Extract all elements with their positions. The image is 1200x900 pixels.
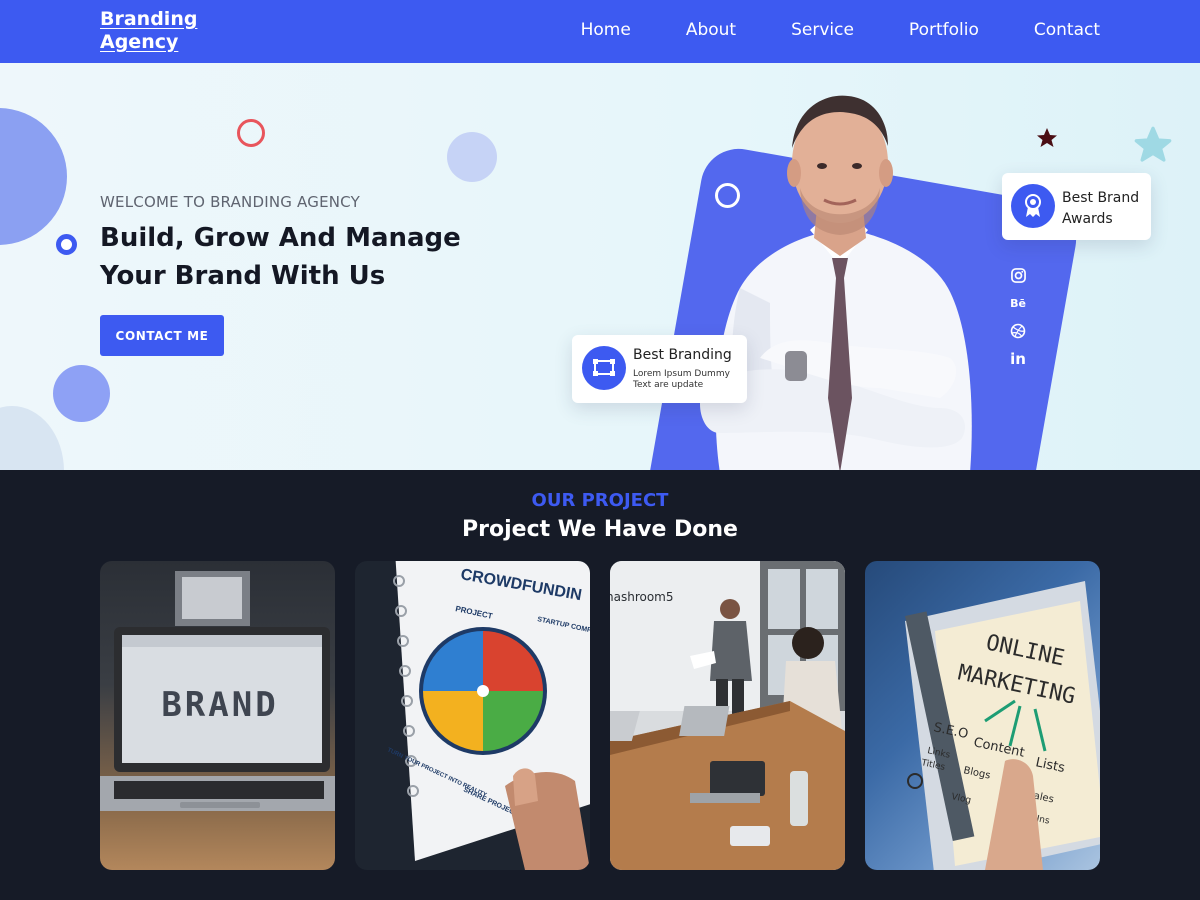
projects-header: OUR PROJECT Project We Have Done <box>0 490 1200 542</box>
project-card-meeting[interactable]: nashroom5 <box>610 561 845 870</box>
contact-me-button[interactable]: CONTACT ME <box>100 315 224 356</box>
project-card-brand[interactable]: BRAND <box>100 561 335 870</box>
deco-ring-blue <box>56 234 77 255</box>
projects-title: Project We Have Done <box>462 517 738 542</box>
best-brand-awards-title: Best Brand Awards <box>1062 188 1147 230</box>
behance-icon[interactable]: Bē <box>1008 289 1028 317</box>
logo[interactable]: Branding Agency <box>100 8 197 54</box>
linkedin-icon[interactable]: in <box>1008 345 1028 373</box>
laptop-brand-photo: BRAND <box>100 571 335 811</box>
project-card-crowdfunding[interactable]: CROWDFUNDIN PROJECT STARTUP COMPANY TURN… <box>355 561 590 870</box>
top-navbar: Branding Agency Home About Service Portf… <box>0 0 1200 63</box>
welcome-text: WELCOME TO BRANDING AGENCY <box>100 193 360 211</box>
star-dark-icon <box>1037 128 1057 147</box>
deco-circle-bottom <box>0 406 64 470</box>
brand-screen-text: BRAND <box>161 685 278 725</box>
best-branding-title: Best Branding <box>633 347 732 363</box>
hero-headline: Build, Grow And Manage Your Brand With U… <box>100 219 520 295</box>
design-icon <box>582 346 626 390</box>
star-teal-icon <box>1134 126 1172 162</box>
headline-line1: Build, Grow And Manage <box>100 223 461 253</box>
crowdfunding-notebook-photo: CROWDFUNDIN PROJECT STARTUP COMPANY TURN… <box>386 561 590 870</box>
award-title-line1: Best Brand <box>1062 190 1140 206</box>
best-branding-subtitle: Lorem Ipsum Dummy Text are update <box>633 369 730 390</box>
main-menu: Home About Service Portfolio Contact <box>526 20 1100 40</box>
award-ribbon-icon <box>1011 184 1055 228</box>
nav-about[interactable]: About <box>686 20 736 40</box>
office-meeting-photo: nashroom5 <box>610 561 845 870</box>
nav-contact[interactable]: Contact <box>1034 20 1100 40</box>
award-title-line2: Awards <box>1062 211 1113 227</box>
businessman-photo <box>700 95 972 470</box>
social-links: Bē in <box>1008 261 1028 373</box>
deco-circle-mid <box>53 365 110 422</box>
logo-line2: Agency <box>100 31 179 53</box>
best-branding-card: Best Branding Lorem Ipsum Dummy Text are… <box>572 335 747 403</box>
project-card-marketing[interactable]: ONLINE MARKETING S.E.O Content Lists Lin… <box>865 561 1100 870</box>
projects-kicker: OUR PROJECT <box>531 490 669 511</box>
deco-circle-light <box>447 132 497 182</box>
deco-circle-left-large <box>0 108 67 245</box>
best-brand-awards-card: Best Brand Awards <box>1002 173 1151 240</box>
whiteboard-text: nashroom5 <box>610 590 674 604</box>
logo-line1: Branding <box>100 8 198 30</box>
deco-ring-red <box>237 119 265 147</box>
instagram-icon[interactable] <box>1008 261 1028 289</box>
nav-portfolio[interactable]: Portfolio <box>909 20 979 40</box>
online-marketing-tablet-photo: ONLINE MARKETING S.E.O Content Lists Lin… <box>904 581 1100 870</box>
nav-service[interactable]: Service <box>791 20 854 40</box>
dribbble-icon[interactable] <box>1008 317 1028 345</box>
hero-section: WELCOME TO BRANDING AGENCY Build, Grow A… <box>0 63 1200 470</box>
nav-home[interactable]: Home <box>581 20 631 40</box>
headline-line2: Your Brand With Us <box>100 261 386 291</box>
